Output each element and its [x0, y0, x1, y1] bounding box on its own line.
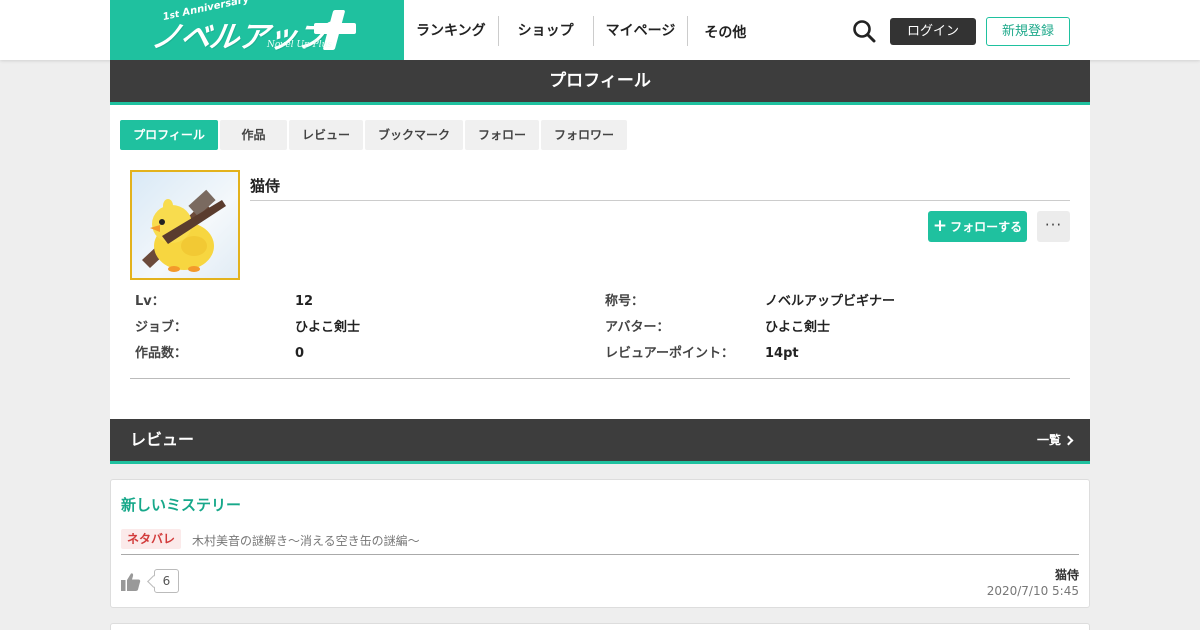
- nav-other[interactable]: その他: [688, 16, 758, 46]
- review-heading-title: レビュー: [130, 430, 195, 449]
- stats-left: Lv： 12 ジョブ： ひよこ剣士 作品数： 0: [135, 293, 360, 371]
- nav-ranking[interactable]: ランキング: [404, 16, 499, 46]
- chick-swordsman-avatar-icon: [142, 189, 226, 272]
- stat-level: Lv： 12: [135, 294, 314, 309]
- nav-mypage[interactable]: マイページ: [594, 16, 689, 46]
- profile-tabs: プロフィール 作品 レビュー ブックマーク フォロー フォロワー: [120, 120, 629, 150]
- search-icon[interactable]: [852, 19, 876, 43]
- like-count: 6: [154, 569, 179, 593]
- divider: [121, 554, 1079, 555]
- view-all-link[interactable]: 一覧: [1037, 419, 1074, 461]
- tab-works[interactable]: 作品: [220, 120, 287, 150]
- follow-label: フォローする: [950, 220, 1023, 234]
- divider: [130, 378, 1070, 379]
- main-nav: ランキング ショップ マイページ その他: [404, 16, 758, 46]
- stat-title: 称号： ノベルアップビギナー: [605, 294, 896, 309]
- plus-icon: +: [932, 216, 948, 236]
- more-options-button[interactable]: ···: [1037, 211, 1070, 242]
- stat-job: ジョブ： ひよこ剣士: [135, 320, 361, 335]
- tab-follow[interactable]: フォロー: [465, 120, 539, 150]
- stats-right: 称号： ノベルアップビギナー アバター： ひよこ剣士 レビュアーポイント： 14…: [605, 293, 895, 371]
- follow-button[interactable]: + フォローする: [928, 211, 1027, 242]
- username: 猫侍: [250, 177, 281, 195]
- tab-bookmarks[interactable]: ブックマーク: [365, 120, 463, 150]
- tab-profile[interactable]: プロフィール: [120, 120, 218, 150]
- review-date: 2020/7/10 5:45: [986, 584, 1079, 598]
- tab-reviews[interactable]: レビュー: [289, 120, 363, 150]
- logo-subtitle: Novel Up Plus: [267, 40, 332, 50]
- avatar: [130, 170, 240, 280]
- stat-works-count: 作品数： 0: [135, 346, 305, 361]
- divider: [250, 200, 1070, 201]
- thumbs-up-icon[interactable]: [121, 572, 141, 592]
- spoiler-badge: ネタバレ: [121, 529, 182, 549]
- review-card[interactable]: [110, 623, 1090, 630]
- profile-heading: プロフィール: [110, 60, 1090, 105]
- chevron-right-icon: [1063, 435, 1074, 445]
- nav-shop[interactable]: ショップ: [499, 16, 594, 46]
- site-logo[interactable]: 1st Anniversary ノベルアップ Novel Up Plus: [110, 0, 404, 60]
- login-button[interactable]: ログイン: [890, 18, 976, 45]
- reviewed-work-title[interactable]: 木村美音の謎解き〜消える空き缶の謎編〜: [192, 532, 420, 549]
- register-button[interactable]: 新規登録: [986, 17, 1070, 46]
- review-card[interactable]: 新しいミステリー ネタバレ 木村美音の謎解き〜消える空き缶の謎編〜 6 猫侍 2…: [110, 479, 1090, 608]
- profile-card: プロフィール 作品 レビュー ブックマーク フォロー フォロワー 猫侍 + フォ…: [110, 105, 1090, 419]
- review-heading: レビュー 一覧: [110, 419, 1090, 464]
- stat-reviewer-points: レビュアーポイント： 14pt: [605, 346, 799, 361]
- stat-avatar: アバター： ひよこ剣士: [605, 320, 831, 335]
- top-bar: 1st Anniversary ノベルアップ Novel Up Plus ランキ…: [0, 0, 1200, 60]
- review-title[interactable]: 新しいミステリー: [121, 494, 241, 515]
- tab-followers[interactable]: フォロワー: [541, 120, 627, 150]
- review-author[interactable]: 猫侍: [1055, 566, 1079, 583]
